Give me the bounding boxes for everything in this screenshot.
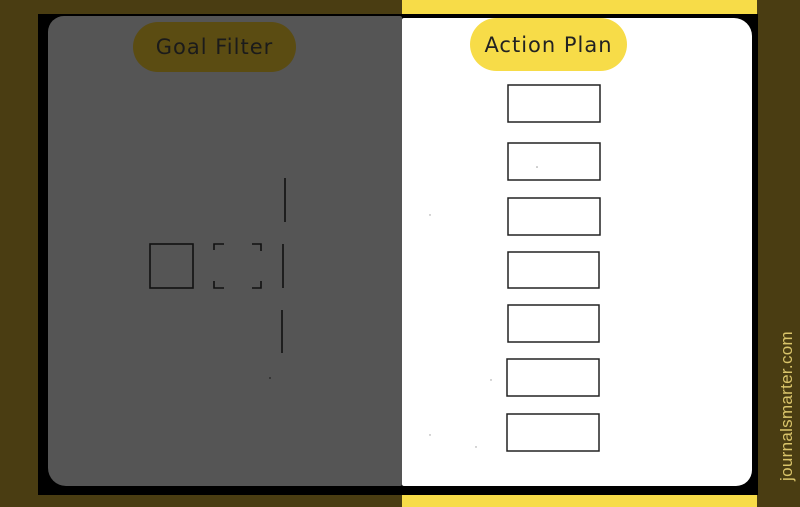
action-box	[507, 84, 601, 123]
action-box	[506, 413, 600, 452]
pencil-dot	[269, 377, 271, 379]
action-boxes	[506, 84, 601, 452]
action-box	[507, 142, 601, 181]
dashed-goal-square	[213, 243, 262, 289]
divider-lines	[281, 178, 286, 353]
watermark-text: journalsmarter.com	[777, 331, 797, 481]
action-box	[506, 358, 600, 397]
paper-specks	[429, 166, 538, 448]
watermark: journalsmarter.com	[776, 316, 798, 496]
action-box	[507, 197, 601, 236]
action-box	[507, 304, 600, 343]
action-box	[507, 251, 600, 289]
goal-square	[149, 243, 194, 289]
page-drawings	[149, 84, 601, 452]
